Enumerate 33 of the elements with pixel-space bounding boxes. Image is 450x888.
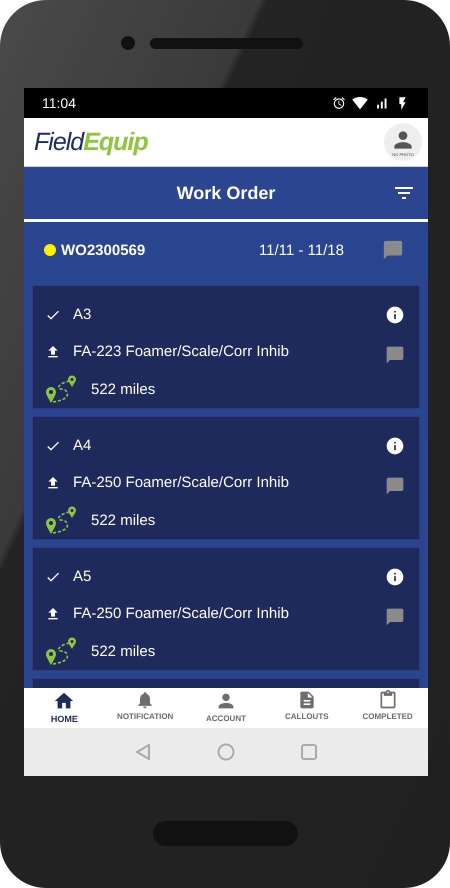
route-icon	[45, 374, 79, 404]
item-card[interactable]: A5 FA-250 Foamer/Scale/Corr Inhib 522 miles	[32, 547, 420, 671]
clipboard-icon	[378, 690, 398, 710]
signal-icon	[374, 96, 389, 110]
item-code: A4	[73, 437, 92, 454]
comment-icon[interactable]	[385, 344, 405, 365]
info-icon[interactable]	[385, 436, 405, 456]
item-card[interactable]: A4 FA-250 Foamer/Scale/Corr Inhib 522 miles	[32, 416, 420, 540]
product-name: FA-250 Foamer/Scale/Corr Inhib	[73, 474, 289, 492]
speaker-icon	[150, 38, 303, 49]
distance: 522 miles	[91, 512, 156, 529]
comment-icon[interactable]	[382, 239, 404, 261]
camera-icon	[121, 36, 135, 50]
comment-icon[interactable]	[385, 606, 405, 627]
route-icon	[45, 505, 79, 536]
wifi-icon	[352, 95, 368, 111]
item-card[interactable]: A3 FA-223 Foamer/Scale/Corr Inhib 522 miles	[32, 285, 420, 409]
page-title: Work Order	[176, 182, 276, 204]
comment-icon[interactable]	[385, 476, 405, 496]
product-name: FA-250 Foamer/Scale/Corr Inhib	[73, 605, 289, 622]
item-code: A5	[73, 568, 92, 586]
distance: 522 miles	[91, 380, 156, 398]
item-code: A3	[73, 306, 92, 324]
status-time: 11:04	[42, 95, 76, 111]
logo: FieldEquip	[34, 128, 148, 156]
order-number: WO2300569	[61, 242, 146, 258]
route-icon	[45, 636, 79, 666]
distance: 522 miles	[91, 642, 156, 660]
info-icon[interactable]	[385, 304, 405, 325]
product-name: FA-223 Foamer/Scale/Corr Inhib	[73, 343, 289, 360]
info-icon[interactable]	[385, 566, 405, 587]
order-dates: 11/11 - 11/18	[258, 242, 344, 258]
alarm-icon	[332, 96, 346, 110]
